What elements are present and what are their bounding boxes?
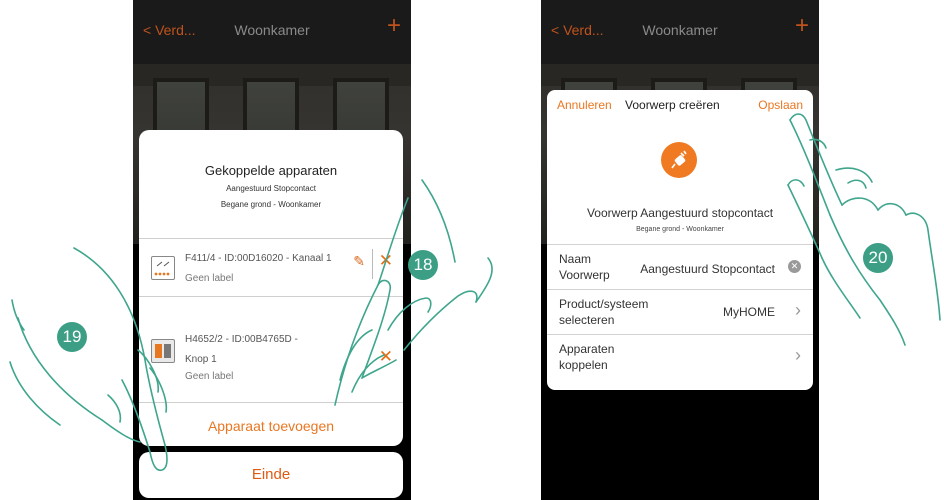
pointing-hand-illustration bbox=[9, 113, 941, 472]
